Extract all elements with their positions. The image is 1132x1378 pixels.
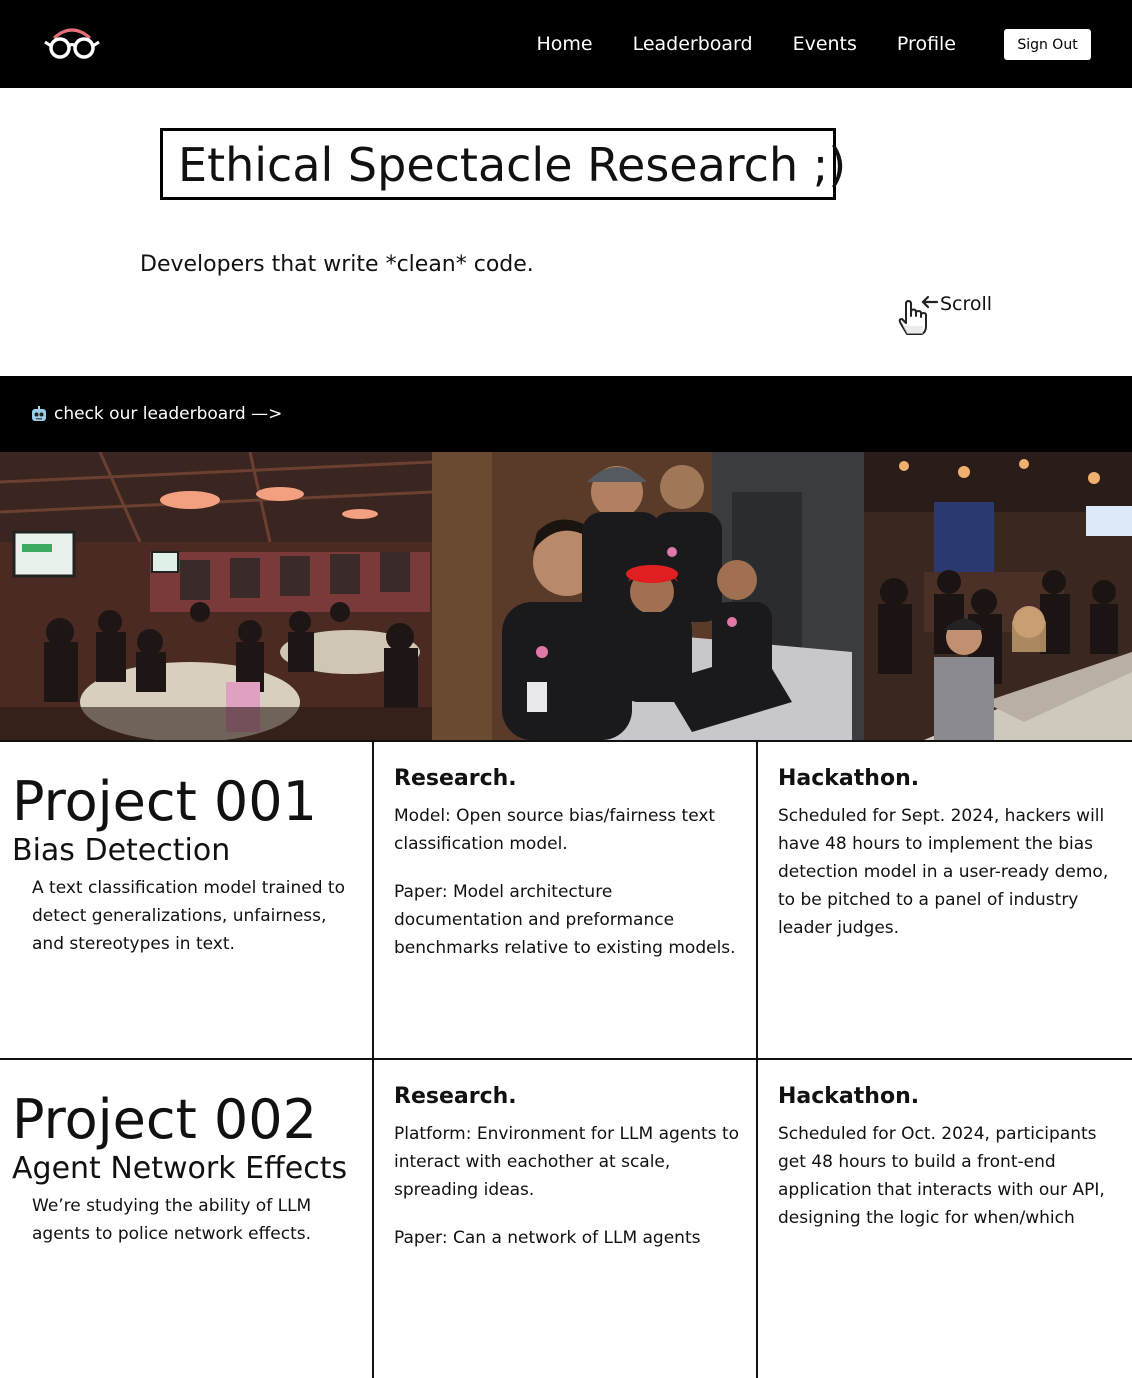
hackathon-text: Scheduled for Sept. 2024, hackers will h… xyxy=(778,806,1109,938)
project-title: Project 001 xyxy=(12,770,317,833)
project-title: Project 002 xyxy=(12,1088,317,1151)
project-row: Project 001 Bias Detection A text classi… xyxy=(0,740,1132,1060)
research-paper-text: Paper: Can a network of LLM agents xyxy=(394,1228,701,1248)
audience-photo xyxy=(864,452,1132,740)
nav-profile-link[interactable]: Profile xyxy=(897,30,956,58)
research-cell: Research. Platform: Environment for LLM … xyxy=(374,1060,758,1378)
page-title: Ethical Spectacle Research ;) xyxy=(178,138,847,192)
scroll-hand-icon xyxy=(898,295,939,335)
research-heading: Research. xyxy=(394,766,517,791)
nav-events-link[interactable]: Events xyxy=(793,30,857,58)
leaderboard-banner-text: check our leaderboard —> xyxy=(54,404,283,424)
leaderboard-banner-link[interactable]: check our leaderboard —> xyxy=(30,402,282,426)
research-platform-text: Platform: Environment for LLM agents to … xyxy=(394,1124,740,1200)
glasses-logo-icon[interactable] xyxy=(40,24,104,64)
hackathon-cell: Hackathon. Scheduled for Sept. 2024, hac… xyxy=(758,742,1132,1060)
project-description: A text classification model trained to d… xyxy=(32,878,345,954)
research-model-text: Model: Open source bias/fairness text cl… xyxy=(394,806,716,854)
conference-hall-photo xyxy=(0,452,432,740)
hero-subtitle: Developers that write *clean* code. xyxy=(140,252,534,277)
event-photo-strip xyxy=(0,452,1132,740)
leaderboard-banner: check our leaderboard —> xyxy=(0,376,1132,452)
project-row: Project 002 Agent Network Effects We’re … xyxy=(0,1058,1132,1378)
team-coding-photo xyxy=(432,452,864,740)
research-paper-text: Paper: Model architecture documentation … xyxy=(394,882,736,958)
nav-leaderboard-link[interactable]: Leaderboard xyxy=(633,30,753,58)
project-subtitle: Bias Detection xyxy=(12,833,231,868)
project-description: We’re studying the ability of LLM agents… xyxy=(32,1196,312,1244)
sign-out-button[interactable]: Sign Out xyxy=(1004,29,1091,60)
hackathon-cell: Hackathon. Scheduled for Oct. 2024, part… xyxy=(758,1060,1132,1378)
hackathon-heading: Hackathon. xyxy=(778,1084,920,1109)
project-subtitle: Agent Network Effects xyxy=(12,1151,348,1186)
scroll-hint: Scroll xyxy=(893,290,1003,340)
project-summary-cell: Project 002 Agent Network Effects We’re … xyxy=(0,1060,374,1378)
nav-home-link[interactable]: Home xyxy=(536,30,592,58)
scroll-label: Scroll xyxy=(940,293,993,315)
robot-icon xyxy=(32,406,46,421)
top-navbar: Home Leaderboard Events Profile Sign Out xyxy=(0,0,1132,88)
hero-title-box: Ethical Spectacle Research ;) xyxy=(160,128,846,200)
nav-links: Home Leaderboard Events Profile xyxy=(496,30,956,58)
research-heading: Research. xyxy=(394,1084,517,1109)
hackathon-text: Scheduled for Oct. 2024, participants ge… xyxy=(778,1124,1105,1228)
hackathon-heading: Hackathon. xyxy=(778,766,920,791)
project-summary-cell: Project 001 Bias Detection A text classi… xyxy=(0,742,374,1060)
research-cell: Research. Model: Open source bias/fairne… xyxy=(374,742,758,1060)
